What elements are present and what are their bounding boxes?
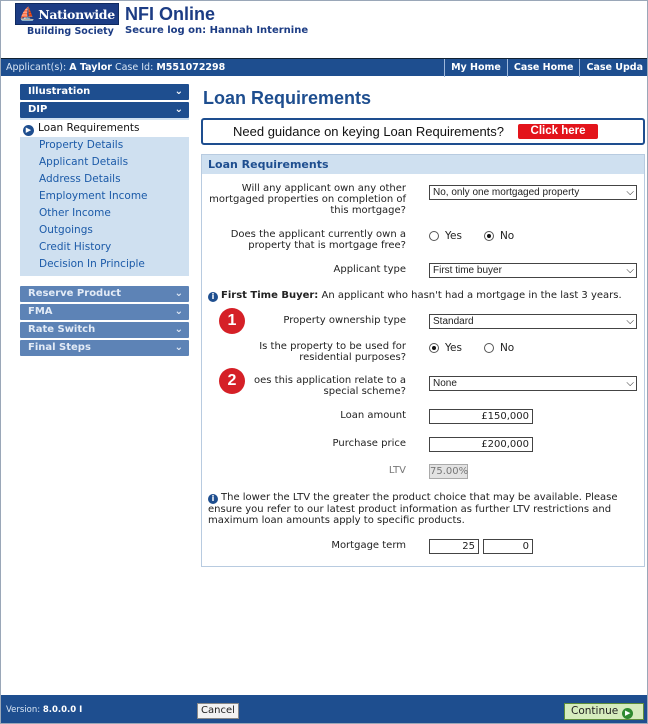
ltv-info: i The lower the LTV the greater the produ… (208, 492, 618, 526)
sidebar-item-outgoings[interactable]: Outgoings (20, 222, 189, 239)
arrow-right-icon: ▶ (622, 708, 634, 719)
sidebar-item-employment-income[interactable]: Employment Income (20, 188, 189, 205)
sidebar-item-other-income[interactable]: Other Income (20, 205, 189, 222)
mortgage-free-yes-radio[interactable]: Yes (429, 230, 462, 242)
logo-text: Nationwide (38, 6, 115, 22)
question-label: Does the applicant currently own a prope… (230, 229, 406, 251)
question-label: Applicant type (333, 264, 407, 275)
loan-amount-input[interactable]: £150,000 (429, 409, 533, 424)
sidebar-item-property-details[interactable]: Property Details (20, 137, 189, 154)
cancel-button[interactable]: Cancel (197, 703, 239, 719)
sidebar-item-applicant-details[interactable]: Applicant Details (20, 154, 189, 171)
mortgage-free-no-radio[interactable]: No (483, 230, 514, 242)
chevron-down-icon: ⌄ (174, 104, 183, 115)
dip-submenu: ▶ Loan Requirements Property Details Appl… (20, 118, 189, 276)
chevron-down-icon: ⌵ (626, 187, 634, 198)
sidebar-item-decision-in-principle[interactable]: Decision In Principle (20, 256, 189, 273)
question-label: LTV (388, 465, 406, 476)
chevron-down-icon: ⌄ (174, 86, 183, 97)
chevron-down-icon: ⌄ (174, 288, 183, 299)
logo-subtitle: Building Society (27, 26, 114, 37)
chevron-down-icon: ⌵ (626, 316, 634, 327)
first-time-buyer-info: i First Time Buyer: An applicant who hasn… (208, 290, 640, 302)
sidebar: Illustration ⌄ DIP ⌄ ▶ Loan Requirements … (20, 84, 189, 358)
sidebar-section-rate-switch[interactable]: Rate Switch ⌄ (20, 322, 189, 338)
ownership-type-select[interactable]: Standard ⌵ (429, 314, 637, 329)
click-here-button[interactable]: Click here (518, 124, 599, 139)
applicant-name: A Taylor (69, 62, 112, 73)
continue-button[interactable]: Continue ▶ (564, 703, 644, 720)
other-mortgaged-select[interactable]: No, only one mortgaged property ⌵ (429, 185, 637, 200)
guidance-text: Need guidance on keying Loan Requirement… (233, 124, 505, 139)
sidebar-section-reserve-product[interactable]: Reserve Product ⌄ (20, 286, 189, 302)
sidebar-section-dip[interactable]: DIP ⌄ (20, 102, 189, 118)
chevron-down-icon: ⌵ (626, 378, 634, 389)
question-label: Mortgage term (331, 540, 406, 551)
panel-title: Loan Requirements (202, 155, 644, 174)
case-bar: Applicant(s): A Taylor Case Id: M5510722… (1, 58, 647, 77)
residential-no-radio[interactable]: No (483, 342, 514, 354)
question-label: Loan amount (340, 410, 406, 421)
term-months-input[interactable]: 0 (483, 539, 533, 554)
nationwide-logo: ⛵ Nationwide Building Society (15, 3, 119, 47)
app-window: ⛵ Nationwide Building Society NFI Online… (0, 0, 648, 724)
sidebar-item-credit-history[interactable]: Credit History (20, 239, 189, 256)
chevron-down-icon: ⌄ (174, 306, 183, 317)
question-label: Will any applicant own any other mortgag… (209, 183, 406, 216)
logo-mark-icon: ⛵ (19, 6, 36, 22)
my-home-button[interactable]: My Home (444, 59, 507, 77)
page-title: Loan Requirements (203, 88, 372, 108)
arrow-right-icon: ▶ (23, 125, 34, 136)
info-icon: i (208, 494, 218, 504)
info-icon: i (208, 292, 218, 302)
sidebar-section-fma[interactable]: FMA ⌄ (20, 304, 189, 320)
chevron-down-icon: ⌄ (174, 342, 183, 353)
ltv-field: 75.00% (429, 464, 469, 479)
version-info: Version: 8.0.0.0 I (6, 705, 83, 715)
guidance-banner: Need guidance on keying Loan Requirement… (201, 118, 645, 145)
case-home-button[interactable]: Case Home (506, 59, 580, 77)
case-id: M551072298 (156, 62, 226, 73)
question-label: Property ownership type (283, 315, 406, 326)
applicant-info: Applicant(s): A Taylor Case Id: M5510722… (6, 62, 226, 73)
question-label: oes this application relate to a special… (254, 375, 406, 397)
footer-bar: Version: 8.0.0.0 I Cancel Continue ▶ (1, 695, 647, 723)
term-years-input[interactable]: 25 (429, 539, 479, 554)
purchase-price-input[interactable]: £200,000 (429, 437, 533, 452)
header: ⛵ Nationwide Building Society NFI Online… (1, 1, 647, 58)
sidebar-item-loan-requirements[interactable]: ▶ Loan Requirements (20, 120, 189, 137)
app-title: NFI Online (125, 4, 215, 24)
loan-requirements-panel: Loan Requirements Will any applicant own… (201, 154, 645, 567)
question-label: Is the property to be used for residenti… (259, 341, 406, 363)
sidebar-section-final-steps[interactable]: Final Steps ⌄ (20, 340, 189, 356)
sidebar-item-address-details[interactable]: Address Details (20, 171, 189, 188)
applicant-type-select[interactable]: First time buyer ⌵ (429, 263, 637, 278)
residential-yes-radio[interactable]: Yes (429, 342, 462, 354)
special-scheme-select[interactable]: None ⌵ (429, 376, 637, 391)
sidebar-section-illustration[interactable]: Illustration ⌄ (20, 84, 189, 100)
logon-info: Secure log on: Hannah Internine (125, 25, 309, 36)
case-update-button[interactable]: Case Upda (579, 59, 647, 77)
chevron-down-icon: ⌄ (174, 324, 183, 335)
question-label: Purchase price (332, 438, 406, 449)
chevron-down-icon: ⌵ (626, 265, 634, 276)
